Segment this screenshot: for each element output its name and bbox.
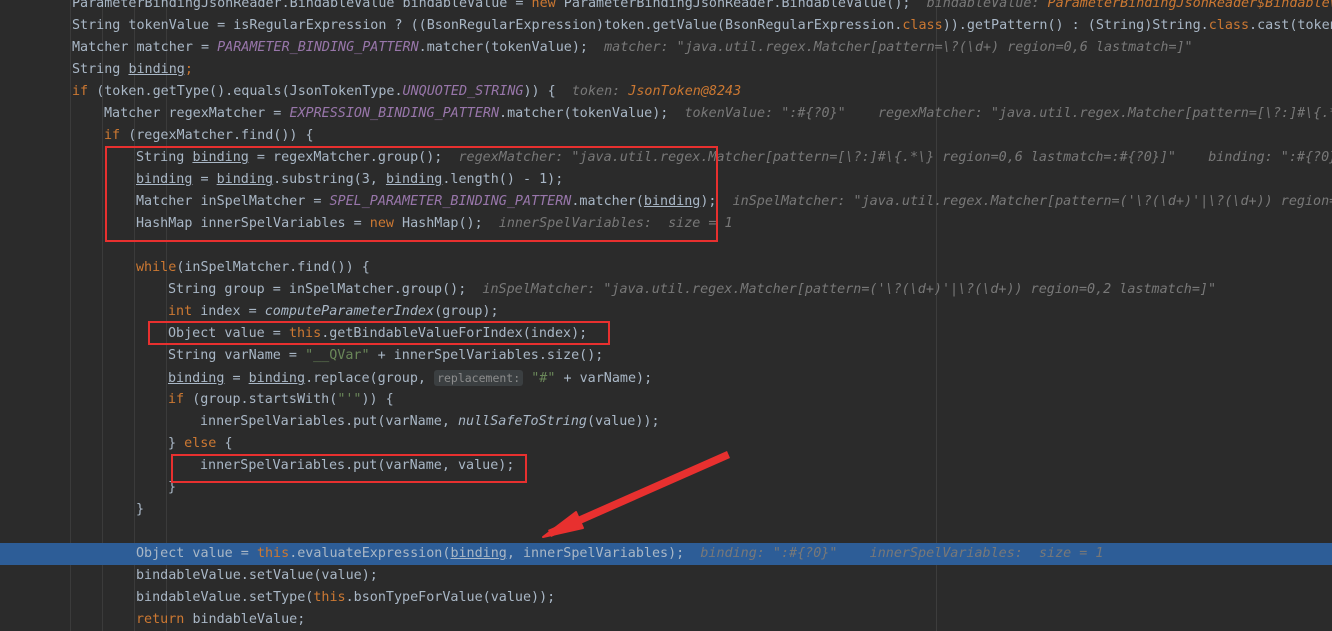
red-arrow-annotation [542,451,730,538]
code-editor[interactable]: ParameterBindingJsonReader.BindableValue… [0,0,1332,631]
